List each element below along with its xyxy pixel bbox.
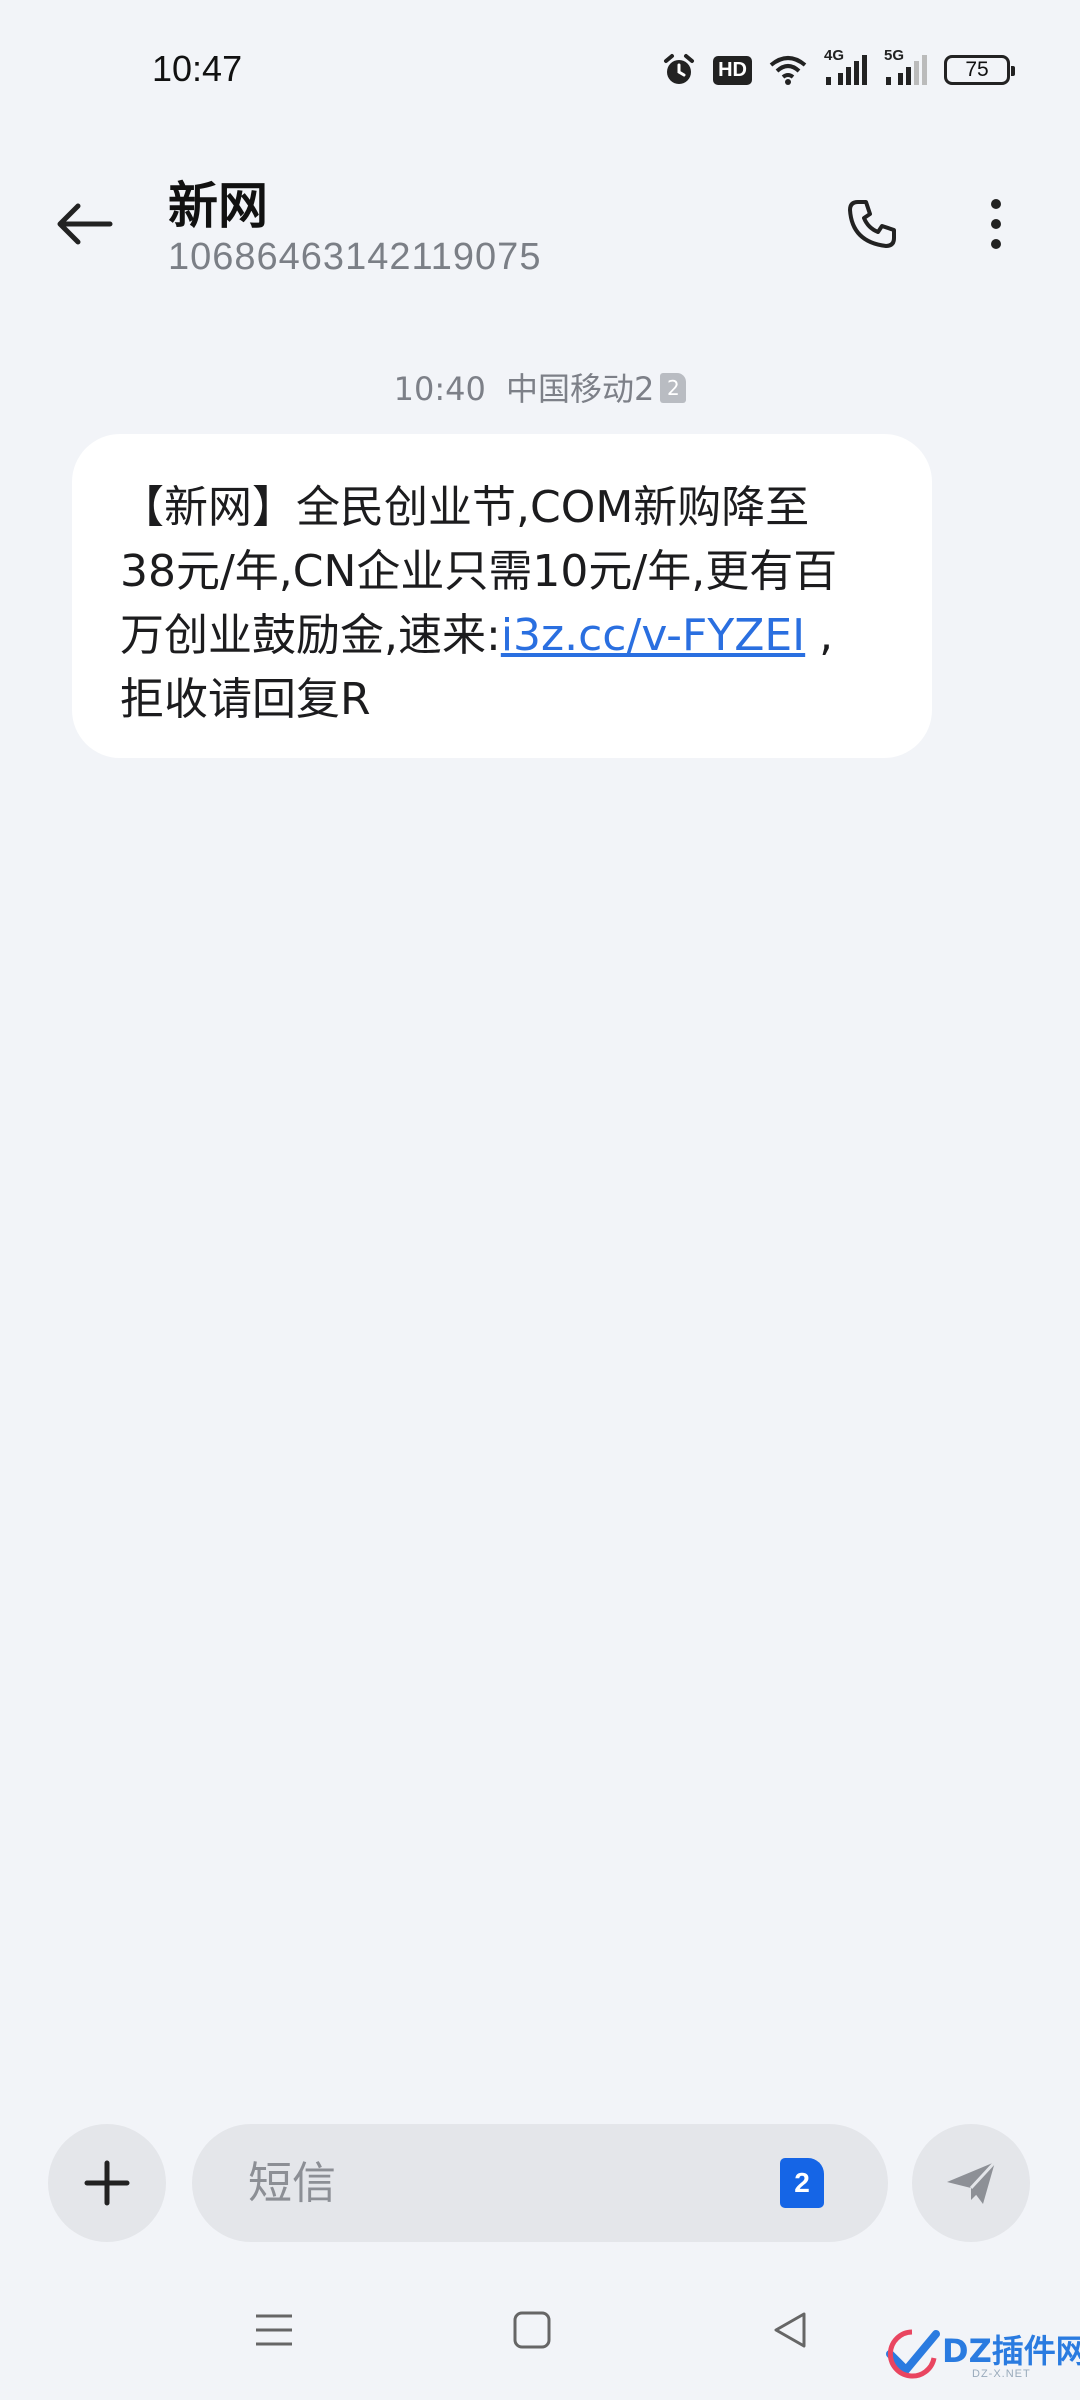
wifi-icon xyxy=(768,53,808,87)
nav-home-button[interactable] xyxy=(492,2290,572,2370)
battery-level: 75 xyxy=(965,58,989,81)
hd-icon: HD xyxy=(713,55,752,85)
nav-back-button[interactable] xyxy=(750,2290,830,2370)
nav-menu-button[interactable] xyxy=(234,2290,314,2370)
signal-4g-icon: 4G xyxy=(824,47,868,87)
message-line: 万创业鼓励金,速来:i3z.cc/v-FYZEI , xyxy=(120,604,884,668)
battery-icon: 75 xyxy=(944,55,1015,85)
more-vertical-icon xyxy=(991,199,1001,249)
status-time: 10:47 xyxy=(152,48,243,89)
call-button[interactable] xyxy=(832,184,912,264)
message-line: 【新网】全民创业节,COM新购降至 xyxy=(120,482,810,533)
back-triangle-icon xyxy=(774,2312,806,2348)
watermark-subtext: DZ-X.NET xyxy=(972,2368,1031,2380)
message-meta: 10:40 中国移动2 2 xyxy=(0,364,1080,410)
hd-label: HD xyxy=(713,55,752,85)
message-carrier: 中国移动2 xyxy=(506,370,655,408)
alarm-icon xyxy=(661,52,697,88)
back-arrow-icon xyxy=(57,203,113,245)
contact-number: 10686463142119075 xyxy=(168,236,542,278)
more-options-button[interactable] xyxy=(960,184,1032,264)
send-button[interactable] xyxy=(912,2124,1030,2242)
menu-icon xyxy=(256,2314,292,2346)
message-input-container[interactable]: 2 xyxy=(192,2124,888,2242)
contact-name: 新网 xyxy=(168,177,268,235)
sim-card-icon: 2 xyxy=(660,373,687,403)
plus-icon xyxy=(84,2160,130,2206)
phone-icon xyxy=(848,200,896,248)
watermark: DZ插件网 DZ-X.NET xyxy=(880,2318,1080,2398)
network-type-5g: 5G xyxy=(884,47,905,64)
message-input[interactable] xyxy=(246,2156,730,2210)
back-button[interactable] xyxy=(48,188,120,260)
send-icon xyxy=(947,2160,997,2204)
status-icons: HD 4G 5G 75 xyxy=(661,47,1015,90)
add-attachment-button[interactable] xyxy=(48,2124,166,2242)
watermark-logo-icon xyxy=(886,2329,940,2379)
conversation-header: 新网 10686463142119075 xyxy=(0,140,1080,300)
status-bar: 10:47 HD 4G 5G 75 xyxy=(0,0,1080,140)
message-bubble[interactable]: 【新网】全民创业节,COM新购降至 38元/年,CN企业只需10元/年,更有百 … xyxy=(72,434,932,758)
home-square-icon xyxy=(513,2311,551,2349)
message-text: , xyxy=(805,610,834,661)
message-time: 10:40 xyxy=(393,370,486,408)
sim-selector-button[interactable]: 2 xyxy=(780,2158,824,2208)
message-composer: 2 xyxy=(0,2102,1080,2262)
watermark-text: DZ插件网 xyxy=(942,2332,1080,2370)
message-line: 拒收请回复R xyxy=(120,674,371,725)
message-line: 38元/年,CN企业只需10元/年,更有百 xyxy=(120,546,838,597)
message-link[interactable]: i3z.cc/v-FYZEI xyxy=(501,610,805,661)
message-text: 万创业鼓励金,速来: xyxy=(120,610,501,661)
signal-5g-icon: 5G xyxy=(884,47,928,87)
network-type-4g: 4G xyxy=(824,47,845,64)
